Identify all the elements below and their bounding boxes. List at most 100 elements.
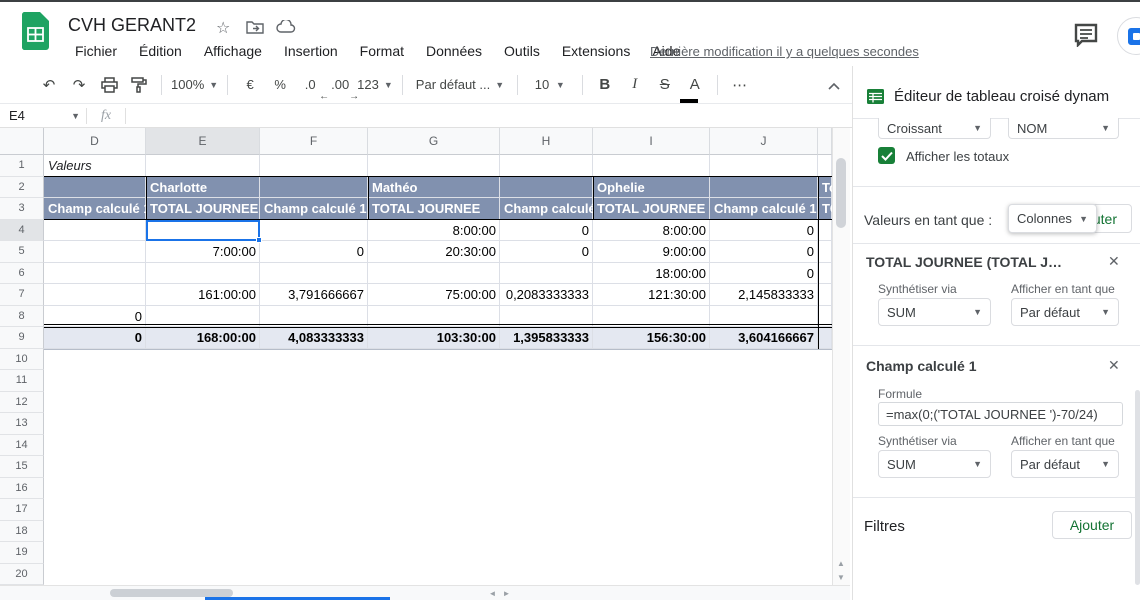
cell-H7[interactable]: 0,2083333333 bbox=[500, 284, 593, 306]
cell-J5[interactable]: 0 bbox=[710, 241, 818, 263]
cell-H4[interactable]: 0 bbox=[500, 220, 593, 242]
collapse-toolbar-icon[interactable] bbox=[822, 74, 846, 98]
menu-item-edition[interactable]: Édition bbox=[130, 42, 191, 64]
column-header-G[interactable]: G bbox=[368, 128, 500, 155]
zoom-select[interactable]: 100% ▼ bbox=[171, 72, 218, 98]
spreadsheet-grid[interactable]: DEFGHIJ123456789101112131415161718192021… bbox=[0, 128, 850, 585]
cell-H3[interactable]: Champ calculé 1 bbox=[500, 198, 593, 220]
cell-G2[interactable]: Mathéo bbox=[368, 177, 500, 199]
selection-fill-handle[interactable] bbox=[256, 237, 262, 243]
horizontal-scrollbar-thumb[interactable] bbox=[110, 589, 233, 597]
vertical-scrollbar-thumb[interactable] bbox=[836, 158, 846, 228]
decrease-decimals-icon[interactable]: .0 ← bbox=[297, 72, 329, 102]
column-header-clipped[interactable] bbox=[818, 128, 832, 155]
cell-E7[interactable]: 161:00:00 bbox=[146, 284, 260, 306]
cell-J4[interactable]: 0 bbox=[710, 220, 818, 242]
cell-F7[interactable]: 3,791666667 bbox=[260, 284, 368, 306]
move-folder-icon[interactable] bbox=[246, 20, 264, 34]
menu-item-donnees[interactable]: Données bbox=[417, 42, 491, 64]
document-title[interactable]: CVH GERANT2 bbox=[68, 15, 196, 36]
scroll-left-icon[interactable]: ◄ bbox=[486, 588, 499, 598]
formula-input[interactable] bbox=[126, 104, 852, 127]
sheets-logo-icon[interactable] bbox=[22, 12, 49, 50]
cell-G5[interactable]: 20:30:00 bbox=[368, 241, 500, 263]
summarize-select[interactable]: SUM ▼ bbox=[878, 298, 991, 326]
cell-K3[interactable]: TO bbox=[818, 198, 832, 220]
format-currency-icon[interactable]: € bbox=[237, 72, 263, 98]
column-header-D[interactable]: D bbox=[44, 128, 146, 155]
cell-I7[interactable]: 121:30:00 bbox=[593, 284, 710, 306]
row-header-18[interactable]: 18 bbox=[0, 520, 44, 542]
row-header-5[interactable]: 5 bbox=[0, 241, 44, 263]
number-format-menu[interactable]: 123 ▼ bbox=[357, 72, 393, 98]
menu-item-outils[interactable]: Outils bbox=[495, 42, 549, 64]
cell-E9[interactable]: 168:00:00 bbox=[146, 327, 260, 349]
cell-J6[interactable]: 0 bbox=[710, 263, 818, 285]
values-as-select[interactable]: Colonnes ▼ bbox=[1008, 204, 1097, 233]
row-header-3[interactable]: 3 bbox=[0, 198, 44, 220]
show-as-select[interactable]: Par défaut ▼ bbox=[1011, 450, 1119, 478]
cell-I9[interactable]: 156:30:00 bbox=[593, 327, 710, 349]
menu-item-affichage[interactable]: Affichage bbox=[195, 42, 271, 64]
column-header-H[interactable]: H bbox=[500, 128, 593, 155]
cell-D8[interactable]: 0 bbox=[44, 306, 146, 328]
cell-G9[interactable]: 103:30:00 bbox=[368, 327, 500, 349]
more-toolbar-icon[interactable]: ⋯ bbox=[727, 72, 753, 98]
cell-D1[interactable]: Valeurs bbox=[44, 155, 146, 177]
sort-field-select[interactable]: NOM ▼ bbox=[1008, 118, 1119, 139]
panel-scrollbar-thumb[interactable] bbox=[1135, 390, 1140, 585]
cell-I6[interactable]: 18:00:00 bbox=[593, 263, 710, 285]
comments-icon[interactable] bbox=[1073, 23, 1099, 47]
column-header-F[interactable]: F bbox=[260, 128, 368, 155]
undo-icon[interactable]: ↶ bbox=[36, 72, 62, 98]
cell-G7[interactable]: 75:00:00 bbox=[368, 284, 500, 306]
row-header-10[interactable]: 10 bbox=[0, 348, 44, 370]
show-totals-checkbox[interactable] bbox=[878, 147, 895, 164]
row-header-8[interactable]: 8 bbox=[0, 305, 44, 327]
row-header-1[interactable]: 1 bbox=[0, 155, 44, 177]
row-header-17[interactable]: 17 bbox=[0, 499, 44, 521]
cell-F5[interactable]: 0 bbox=[260, 241, 368, 263]
row-header-11[interactable]: 11 bbox=[0, 370, 44, 392]
cell-F9[interactable]: 4,083333333 bbox=[260, 327, 368, 349]
menu-item-extensions[interactable]: Extensions bbox=[553, 42, 639, 64]
scroll-down-icon[interactable]: ▼ bbox=[834, 570, 848, 584]
column-header-I[interactable]: I bbox=[593, 128, 710, 155]
cell-H9[interactable]: 1,395833333 bbox=[500, 327, 593, 349]
row-header-7[interactable]: 7 bbox=[0, 284, 44, 306]
row-header-2[interactable]: 2 bbox=[0, 176, 44, 198]
row-header-14[interactable]: 14 bbox=[0, 434, 44, 456]
column-header-E[interactable]: E bbox=[146, 128, 260, 155]
row-header-9[interactable]: 9 bbox=[0, 327, 44, 349]
last-modified-link[interactable]: Dernière modification il y a quelques se… bbox=[650, 44, 919, 59]
menu-item-fichier[interactable]: Fichier bbox=[66, 42, 126, 64]
cell-E2[interactable]: Charlotte bbox=[146, 177, 260, 199]
bold-icon[interactable]: B bbox=[592, 72, 618, 98]
row-header-20[interactable]: 20 bbox=[0, 563, 44, 585]
font-family-select[interactable]: Par défaut ... ▼ bbox=[412, 72, 508, 98]
row-header-12[interactable]: 12 bbox=[0, 391, 44, 413]
row-header-19[interactable]: 19 bbox=[0, 542, 44, 564]
format-percent-icon[interactable]: % bbox=[267, 72, 293, 98]
row-header-13[interactable]: 13 bbox=[0, 413, 44, 435]
text-color-icon[interactable]: A bbox=[679, 72, 708, 103]
cell-H5[interactable]: 0 bbox=[500, 241, 593, 263]
italic-icon[interactable]: I bbox=[622, 72, 648, 98]
grid-corner[interactable] bbox=[0, 128, 44, 155]
row-header-6[interactable]: 6 bbox=[0, 262, 44, 284]
cell-I4[interactable]: 8:00:00 bbox=[593, 220, 710, 242]
cell-G4[interactable]: 8:00:00 bbox=[368, 220, 500, 242]
increase-decimals-icon[interactable]: .00 → bbox=[327, 72, 359, 102]
remove-value-field-icon[interactable]: ✕ bbox=[1108, 253, 1120, 270]
show-as-select[interactable]: Par défaut ▼ bbox=[1011, 298, 1119, 326]
cell-K2[interactable]: Tot bbox=[818, 177, 832, 199]
column-header-J[interactable]: J bbox=[710, 128, 818, 155]
cloud-status-icon[interactable] bbox=[276, 20, 296, 34]
remove-calculated-field-icon[interactable]: ✕ bbox=[1108, 357, 1120, 374]
row-header-16[interactable]: 16 bbox=[0, 477, 44, 499]
cell-D9[interactable]: 0 bbox=[44, 327, 146, 349]
selected-cell-E4[interactable] bbox=[146, 219, 262, 243]
print-icon[interactable] bbox=[96, 72, 122, 98]
menu-item-format[interactable]: Format bbox=[351, 42, 413, 64]
cell-E5[interactable]: 7:00:00 bbox=[146, 241, 260, 263]
